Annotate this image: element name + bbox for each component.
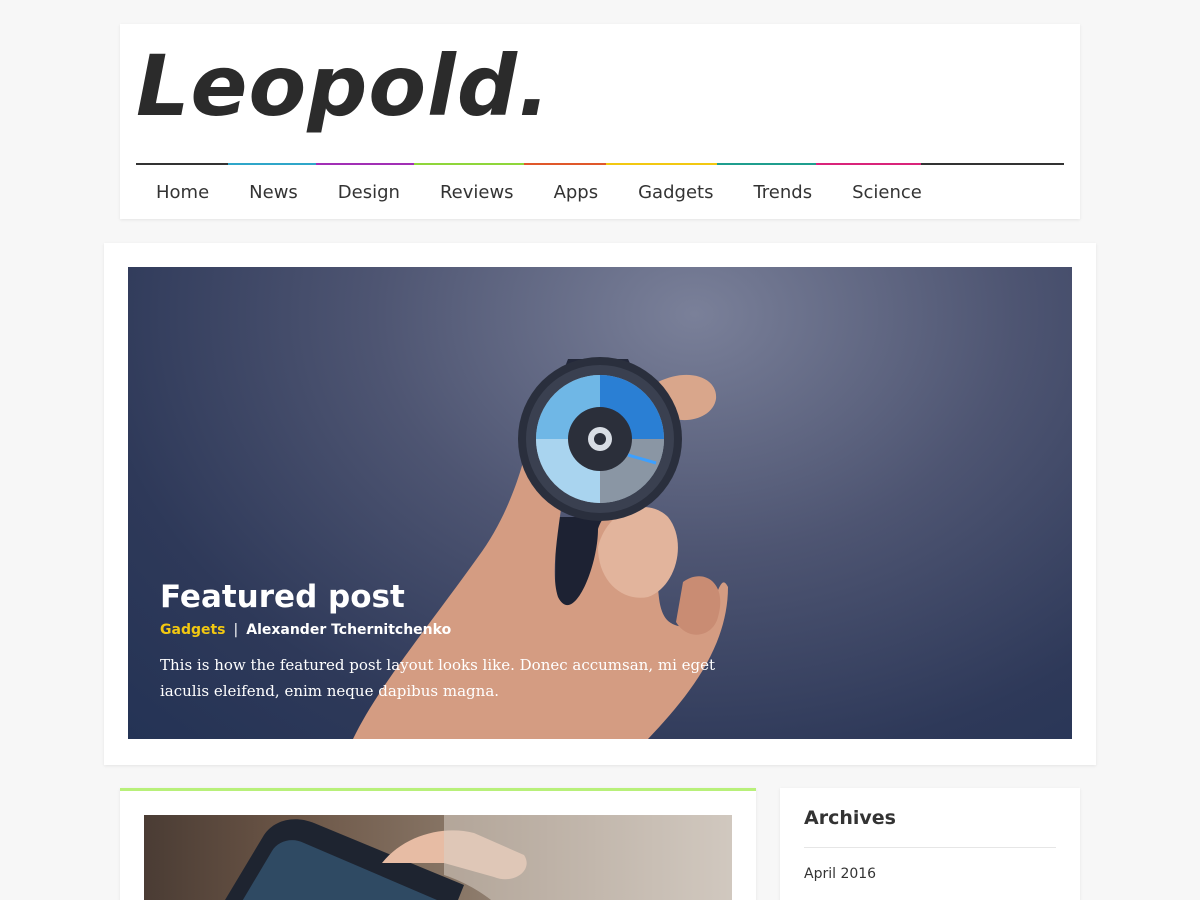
widget-divider: [804, 847, 1056, 848]
nav-rule-segment-tail: [921, 163, 1064, 165]
nav-rule-segment-reviews: [414, 163, 524, 165]
featured-post-image[interactable]: Featured post Gadgets | Alexander Tchern…: [128, 267, 1072, 739]
nav-item-design[interactable]: Design: [318, 182, 420, 203]
nav-rule-segment-design: [316, 163, 414, 165]
featured-post-title[interactable]: Featured post: [160, 579, 720, 616]
nav-item-apps[interactable]: Apps: [534, 182, 619, 203]
nav-rule-segment-gadgets: [606, 163, 717, 165]
nav-rule-segment-trends: [717, 163, 816, 165]
post-card: [120, 788, 756, 900]
featured-post-card: Featured post Gadgets | Alexander Tchern…: [104, 243, 1096, 765]
nav-item-trends[interactable]: Trends: [733, 182, 832, 203]
nav-rule-segment-home: [136, 163, 228, 165]
archive-link[interactable]: April 2016: [804, 866, 876, 882]
meta-separator: |: [233, 622, 239, 639]
widget-title: Archives: [804, 807, 896, 829]
site-logo[interactable]: Leopold.: [136, 40, 551, 133]
nav-item-news[interactable]: News: [229, 182, 318, 203]
nav-rule-segment-science: [816, 163, 921, 165]
main-nav: Home News Design Reviews Apps Gadgets Tr…: [136, 166, 942, 219]
featured-post-author[interactable]: Alexander Tchernitchenko: [246, 622, 451, 638]
nav-color-rule: [136, 163, 1064, 165]
featured-post-meta: Gadgets | Alexander Tchernitchenko: [160, 622, 720, 638]
featured-post-excerpt: This is how the featured post layout loo…: [160, 656, 716, 701]
archives-widget: Archives April 2016: [780, 788, 1080, 900]
featured-post-category[interactable]: Gadgets: [160, 622, 226, 638]
site-header: Leopold. Home News Design Reviews Apps G…: [120, 24, 1080, 219]
nav-item-gadgets[interactable]: Gadgets: [618, 182, 733, 203]
phone-in-hands-illustration: [225, 815, 732, 900]
nav-rule-segment-apps: [524, 163, 606, 165]
nav-rule-segment-news: [228, 163, 316, 165]
post-thumbnail-image[interactable]: [144, 815, 732, 900]
featured-post-overlay: Featured post Gadgets | Alexander Tchern…: [160, 579, 720, 704]
nav-item-reviews[interactable]: Reviews: [420, 182, 534, 203]
nav-item-home[interactable]: Home: [136, 182, 229, 203]
nav-item-science[interactable]: Science: [832, 182, 942, 203]
